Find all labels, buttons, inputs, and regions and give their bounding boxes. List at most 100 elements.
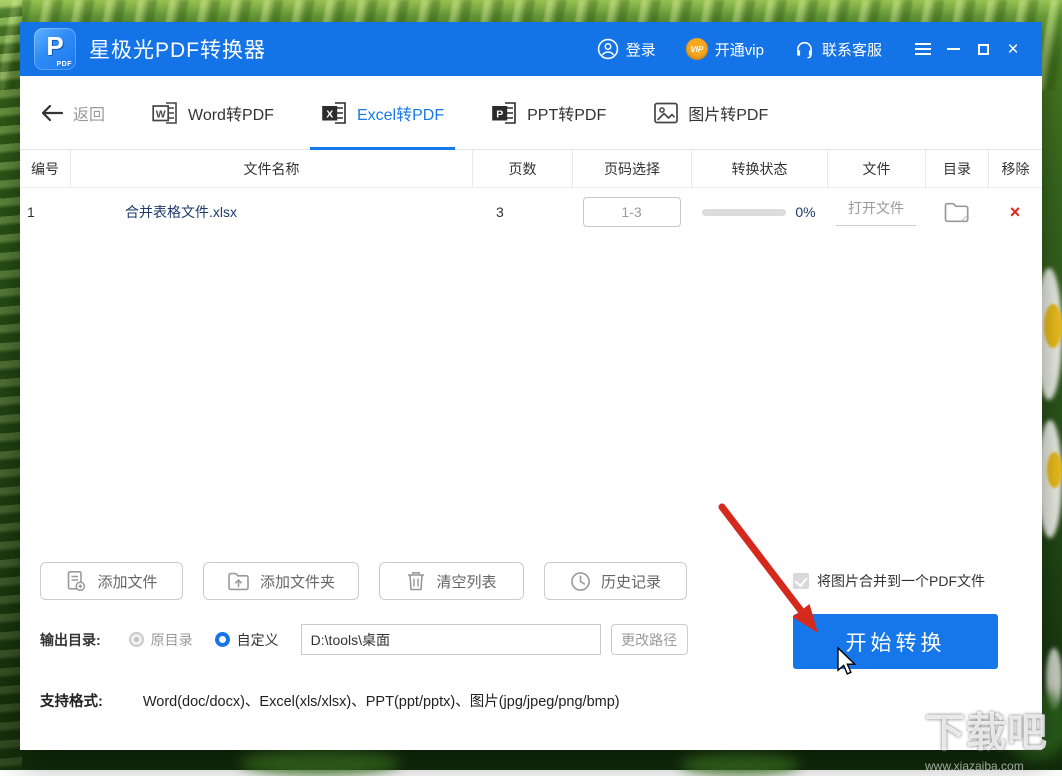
change-path-button[interactable]: 更改路径 (610, 624, 688, 655)
column-header-remove: 移除 (988, 150, 1042, 187)
progress-label: 0% (795, 204, 816, 220)
radio-original-directory[interactable]: 原目录 (128, 630, 193, 650)
row-directory-cell (925, 200, 988, 224)
add-folder-label: 添加文件夹 (259, 573, 335, 591)
file-table-header: 编号 文件名称 页数 页码选择 转换状态 文件 目录 移除 (20, 150, 1042, 188)
svg-text:X: X (326, 108, 333, 120)
login-label: 登录 (625, 41, 656, 59)
hamburger-icon (915, 43, 931, 55)
row-filename: 合并表格文件.xlsx (125, 204, 237, 220)
add-file-button[interactable]: 添加文件 (40, 562, 183, 600)
daisy-center (1044, 304, 1062, 348)
titlebar-actions: 登录 VIP 开通vip 联系客服 × (567, 34, 1028, 64)
add-file-icon (68, 570, 86, 592)
column-header-file: 文件 (827, 150, 925, 187)
row-pagerange-cell (572, 197, 691, 227)
radio-custom-directory[interactable]: 自定义 (214, 630, 279, 650)
merge-checkbox[interactable] (793, 573, 809, 589)
maximize-icon (977, 43, 989, 55)
close-icon: × (1007, 38, 1019, 60)
radio-custom-label: 自定义 (236, 631, 279, 648)
tab-ppt-to-pdf[interactable]: P PPT转PDF (491, 76, 606, 149)
add-folder-icon (228, 572, 249, 590)
clear-list-label: 清空列表 (436, 573, 497, 591)
svg-text:W: W (156, 108, 166, 120)
clear-list-button[interactable]: 清空列表 (379, 562, 524, 600)
column-header-filename: 文件名称 (70, 150, 472, 187)
merge-option: 将图片合并到一个PDF文件 (793, 571, 985, 591)
headset-icon (797, 41, 812, 58)
tab-image-to-pdf[interactable]: 图片转PDF (653, 76, 768, 149)
vip-icon: VIP (685, 38, 708, 60)
tab-label: PPT转PDF (527, 106, 607, 124)
column-header-pages: 页数 (472, 150, 572, 187)
trash-icon (408, 572, 425, 591)
add-folder-button[interactable]: 添加文件夹 (203, 562, 359, 600)
app-window: P PDF 星极光PDF转换器 登录 VIP 开通vip 联系客服 × 返回 W… (20, 22, 1042, 750)
titlebar: P PDF 星极光PDF转换器 登录 VIP 开通vip 联系客服 × (20, 22, 1042, 76)
row-file-cell: 打开文件 (827, 198, 925, 226)
tab-label: Word转PDF (188, 106, 274, 124)
tabbar: 返回 W Word转PDF X Excel转PDF P PPT转PDF 图片转P… (20, 76, 1042, 150)
tab-excel-to-pdf[interactable]: X Excel转PDF (309, 76, 456, 150)
app-title: 星极光PDF转换器 (89, 39, 266, 62)
logo-letter: P (46, 31, 64, 61)
radio-on-icon (214, 632, 230, 647)
minimize-button[interactable] (938, 34, 968, 64)
folder-icon[interactable] (943, 200, 971, 224)
output-directory-row: 输出目录: 原目录 自定义 更改路径 (40, 624, 688, 655)
app-logo: P PDF (34, 28, 76, 70)
back-arrow-icon (41, 104, 64, 121)
open-vip-button[interactable]: VIP 开通vip (685, 38, 764, 60)
tab-label: 图片转PDF (688, 106, 769, 124)
leaf-highlight (240, 748, 400, 776)
contact-support-button[interactable]: 联系客服 (794, 39, 882, 60)
leaf-highlight (680, 752, 800, 776)
column-header-number: 编号 (31, 160, 59, 177)
supported-formats-value: Word(doc/docx)、Excel(xls/xlsx)、PPT(ppt/p… (142, 694, 620, 710)
svg-text:P: P (496, 108, 503, 120)
vip-label: 开通vip (714, 41, 764, 59)
output-path-input[interactable] (300, 624, 601, 655)
page-range-input[interactable] (582, 197, 681, 227)
tab-label: Excel转PDF (356, 106, 445, 124)
remove-file-button[interactable]: × (1010, 202, 1021, 223)
toolbar-buttons: 添加文件 添加文件夹 清空列表 历史记录 (40, 562, 687, 600)
excel-doc-icon: X (322, 101, 346, 124)
support-label: 联系客服 (821, 41, 882, 59)
supported-formats-label: 支持格式: (40, 694, 103, 710)
close-button[interactable]: × (998, 34, 1028, 64)
grass-texture-left (0, 0, 22, 770)
open-file-link[interactable]: 打开文件 (836, 198, 916, 226)
row-status-cell: 0% (691, 204, 827, 220)
word-doc-icon: W (152, 101, 177, 124)
radio-original-label: 原目录 (150, 631, 193, 648)
maximize-button[interactable] (968, 34, 998, 64)
login-button[interactable]: 登录 (597, 38, 656, 60)
column-header-directory: 目录 (925, 150, 988, 187)
tab-word-to-pdf[interactable]: W Word转PDF (152, 76, 274, 149)
back-button[interactable]: 返回 (40, 101, 105, 125)
output-directory-label: 输出目录: (40, 631, 101, 648)
row-remove-cell: × (988, 202, 1042, 223)
supported-formats-row: 支持格式: Word(doc/docx)、Excel(xls/xlsx)、PPT… (40, 690, 620, 711)
person-circle-icon (597, 38, 619, 60)
radio-off-icon (128, 632, 144, 647)
window-controls: × (908, 34, 1028, 64)
row-number: 1 (27, 204, 35, 220)
start-convert-button[interactable]: 开始转换 (793, 614, 998, 669)
back-label: 返回 (73, 106, 106, 124)
picture-icon (654, 102, 679, 123)
ppt-doc-icon: P (492, 101, 516, 124)
clock-icon (571, 571, 590, 591)
menu-button[interactable] (908, 34, 938, 64)
progress-bar (702, 208, 787, 216)
daisy-center (1047, 452, 1062, 488)
table-row: 1 合并表格文件.xlsx 3 0% 打开文件 × (20, 188, 1042, 236)
merge-label: 将图片合并到一个PDF文件 (817, 573, 985, 589)
column-header-status: 转换状态 (691, 150, 827, 187)
logo-pdf-text: PDF (56, 61, 72, 68)
minimize-icon (946, 48, 960, 50)
history-button[interactable]: 历史记录 (544, 562, 687, 600)
column-header-pagerange: 页码选择 (572, 150, 691, 187)
